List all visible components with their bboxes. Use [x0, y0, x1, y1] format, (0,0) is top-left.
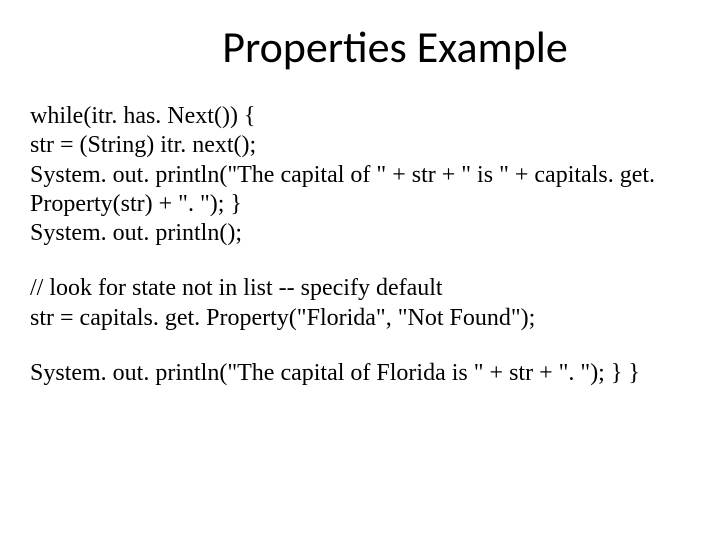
slide: Properties Example while(itr. has. Next(… [0, 0, 720, 540]
blank-line [30, 248, 690, 274]
code-line: System. out. println(); [30, 219, 690, 248]
slide-title: Properties Example [30, 20, 690, 74]
code-line: while(itr. has. Next()) { [30, 102, 690, 131]
code-line: System. out. println("The capital of Flo… [30, 359, 690, 388]
blank-line [30, 333, 690, 359]
code-line: // look for state not in list -- specify… [30, 274, 690, 303]
code-line: str = (String) itr. next(); [30, 131, 690, 160]
code-line: System. out. println("The capital of " +… [30, 161, 690, 220]
code-line: str = capitals. get. Property("Florida",… [30, 304, 690, 333]
code-body: while(itr. has. Next()) { str = (String)… [30, 102, 690, 388]
